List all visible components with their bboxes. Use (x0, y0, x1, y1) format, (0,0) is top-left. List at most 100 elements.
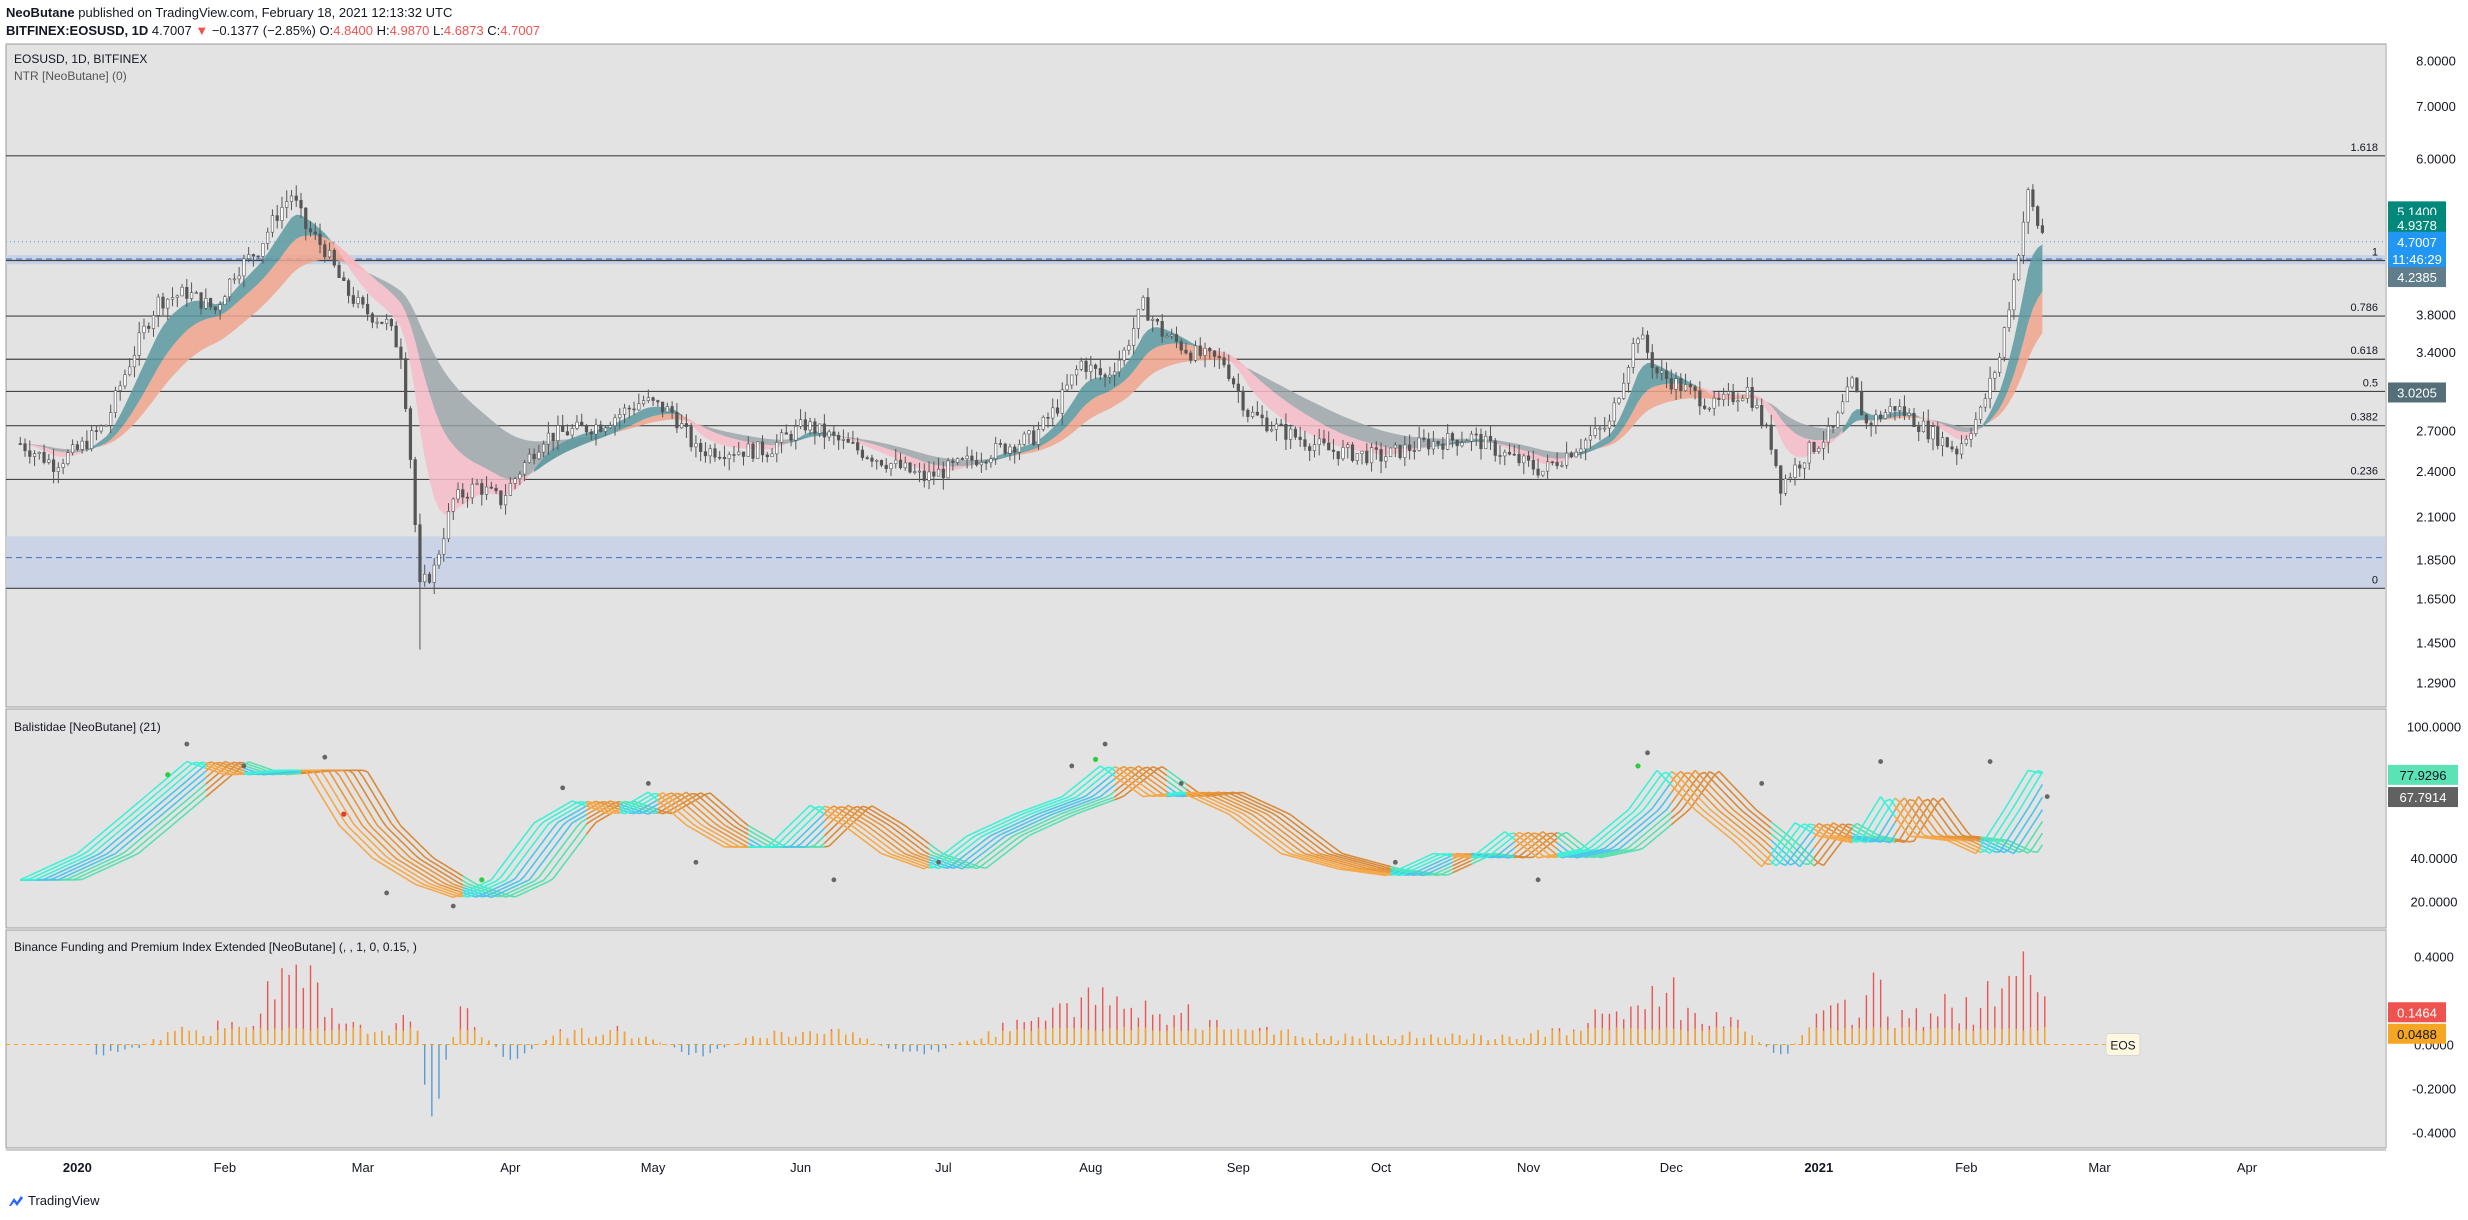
oscillator-ribbon-line (1585, 851, 1591, 854)
candle-body (1193, 345, 1198, 361)
candle-body (1117, 359, 1121, 373)
oscillator-ribbon-line (1157, 793, 1163, 796)
candle-body (1198, 345, 1202, 356)
oscillator-ribbon-line (1828, 837, 1834, 840)
oscillator-signal-dot (1069, 763, 1075, 769)
candle-body (1726, 391, 1730, 395)
candle-body (256, 255, 260, 258)
candle-body (594, 424, 598, 435)
candle-body (456, 489, 460, 500)
candle-body (1355, 453, 1359, 461)
oscillator-signal-dot (322, 754, 328, 760)
price-indicator-label: NTR [NeoButane] (0) (14, 69, 127, 83)
candle-body (465, 496, 470, 499)
candle-body (808, 421, 812, 431)
candle-body (1526, 455, 1531, 461)
candle-body (1888, 406, 1892, 413)
price-axis-tick: 6.0000 (2416, 152, 2456, 167)
oscillator-signal-dot (693, 859, 699, 865)
candle-body (1398, 444, 1402, 459)
candle-body (1707, 407, 1711, 410)
oscillator-signal-dot (241, 763, 247, 769)
candle-body (337, 264, 341, 278)
candle-body (28, 450, 32, 457)
candle-body (1636, 338, 1640, 344)
candle-body (1127, 345, 1131, 351)
oscillator-ribbon-line (1556, 852, 1563, 855)
oscillator-ribbon-line (1595, 850, 1601, 854)
oscillator-ribbon-line (1547, 855, 1553, 859)
candle-body (1070, 374, 1074, 386)
oscillator-ribbon-line (1342, 868, 1348, 871)
oscillator-ribbon-line (1847, 839, 1853, 842)
oscillator-ribbon-line (1162, 793, 1168, 796)
candle-body (503, 495, 508, 506)
candle-body (1322, 438, 1326, 444)
candle-body (618, 413, 622, 419)
oscillator-ribbon-line (1837, 835, 1843, 839)
oscillator-signal-dot (645, 781, 651, 786)
oscillator-ribbon-line (1599, 851, 1605, 854)
candle-body (1017, 444, 1022, 453)
price-tag-label: 4.2385 (2397, 270, 2437, 285)
oscillator-ribbon-line (1618, 852, 1624, 855)
candle-body (1931, 426, 1935, 440)
oscillator-ribbon-line (1580, 853, 1586, 857)
candle-body (1955, 448, 1959, 455)
fib-level-label: 0.5 (2363, 377, 2378, 389)
candle-body (775, 442, 779, 455)
candle-body (542, 443, 546, 453)
oscillator-ribbon-line (981, 866, 987, 869)
chart-canvas[interactable]: 1.618 1 0.786 0.618 0.5 0.382 0.236 0 EOSUSD, 1D… (0, 0, 2468, 1220)
candle-body (1660, 370, 1664, 374)
candle-body (1945, 437, 1949, 448)
candle-body (1569, 452, 1573, 458)
candle-body (289, 195, 294, 202)
candle-body (1474, 433, 1478, 436)
candle-body (1798, 464, 1802, 469)
oscillator-signal-dot (936, 859, 941, 865)
candle-body (908, 462, 912, 473)
candle-body (1788, 477, 1792, 480)
candle-body (123, 374, 127, 387)
candle-body (1484, 435, 1488, 450)
oscillator-ribbon-line (1628, 850, 1634, 853)
oscillator-ribbon-line (1861, 840, 1867, 844)
candle-body (99, 425, 103, 432)
candle-body (1741, 397, 1745, 402)
candle-body (1503, 451, 1507, 457)
candle-body (1412, 450, 1416, 452)
candle-body (1236, 383, 1240, 392)
oscillator-ribbon-line (1575, 854, 1582, 858)
candle-body (242, 258, 246, 277)
candle-body (608, 425, 612, 429)
candle-body (318, 233, 322, 245)
candle-body (404, 358, 408, 409)
candle-body (1603, 427, 1607, 430)
oscillator-signal-dot (2044, 794, 2050, 799)
candle-body (513, 478, 517, 484)
oscillator-ribbon-line (1870, 836, 1877, 840)
candle-body (85, 440, 89, 449)
candle-body (470, 483, 474, 499)
candle-body (832, 431, 836, 436)
candle-body (1388, 447, 1393, 457)
candle-body (2026, 189, 2030, 223)
oscillator-ribbon-line (1166, 792, 1172, 795)
candle-body (23, 443, 27, 452)
candle-body (1469, 433, 1474, 442)
candle-body (1174, 334, 1179, 342)
candle-body (1921, 420, 1926, 432)
oscillator-ribbon-line (1143, 766, 1149, 770)
oscillator-ribbon-line (1909, 840, 1915, 843)
oscillator-ribbon-line (1614, 849, 1620, 853)
candle-body (1974, 419, 1978, 434)
oscillator-ribbon-line (1457, 855, 1463, 858)
candle-body (118, 385, 122, 391)
oscillator-signal-dot (450, 903, 456, 909)
oscillator-ribbon-line (1623, 851, 1629, 854)
candle-body (903, 462, 907, 469)
oscillator-ribbon-line (481, 895, 487, 898)
candle-body (2002, 327, 2006, 358)
candle-body (1493, 440, 1497, 456)
